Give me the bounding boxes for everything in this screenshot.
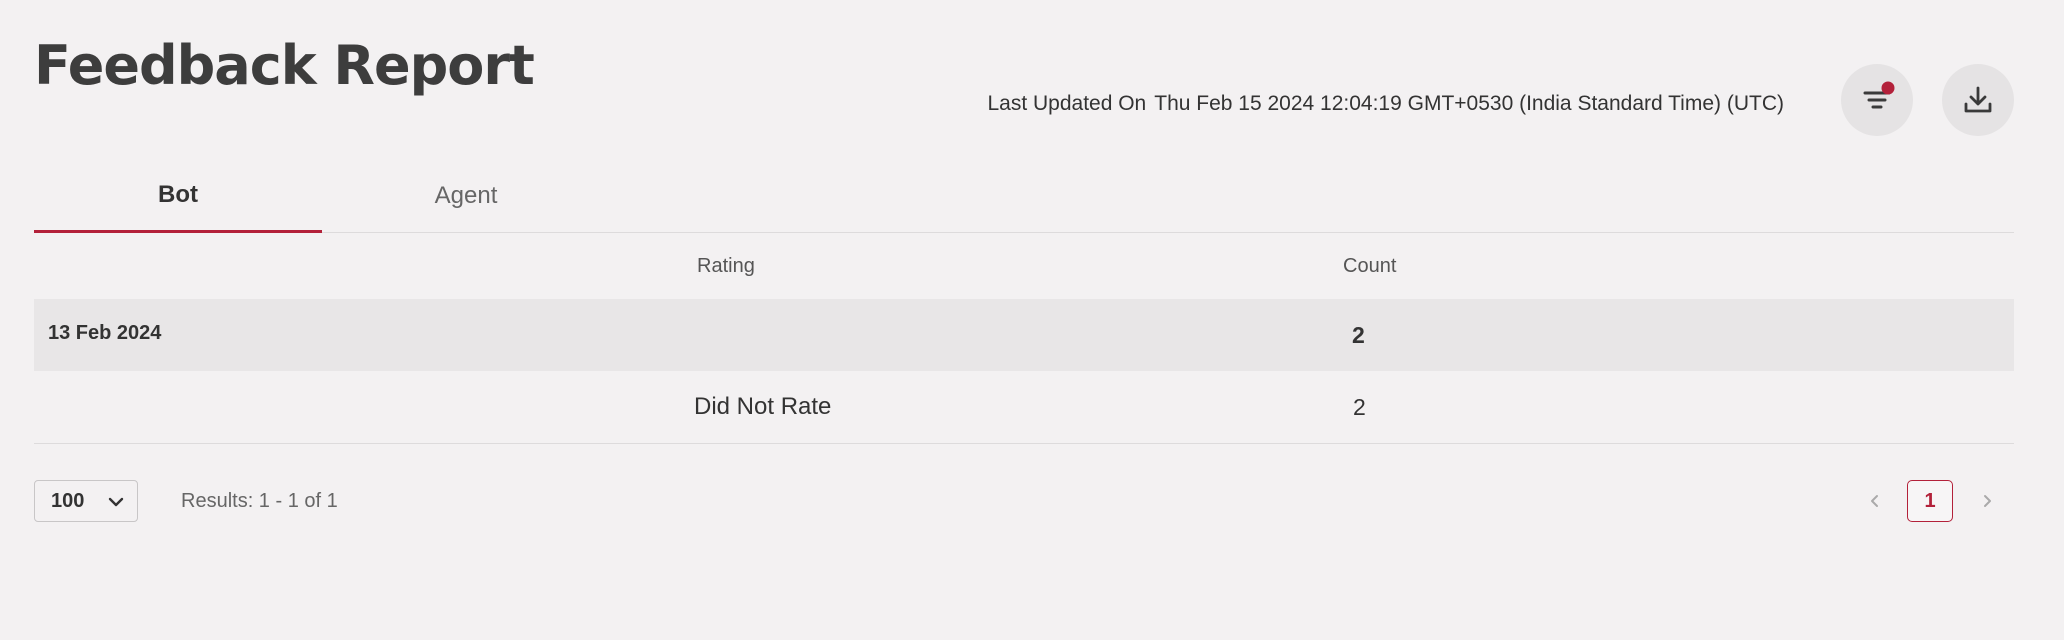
chevron-right-icon: [1984, 495, 1991, 507]
column-header-count[interactable]: Count: [1343, 233, 1396, 299]
last-updated: Last Updated On Thu Feb 15 2024 12:04:19 …: [987, 92, 1784, 116]
rating-cell: Did Not Rate: [694, 393, 832, 420]
tab-agent[interactable]: Agent: [322, 160, 610, 232]
last-updated-value: Thu Feb 15 2024 12:04:19 GMT+0530 (India…: [1154, 92, 1784, 115]
filter-button[interactable]: [1841, 64, 1913, 136]
group-date: 13 Feb 2024: [48, 322, 162, 344]
last-updated-label: Last Updated On: [987, 92, 1147, 115]
count-cell: 2: [1353, 394, 1366, 420]
table-row: Did Not Rate 2: [34, 371, 2014, 444]
feedback-report-page: Feedback Report Last Updated On Thu Feb 1…: [0, 0, 2064, 640]
download-button[interactable]: [1942, 64, 2014, 136]
page-size-value: 100: [51, 489, 85, 512]
table-header: Rating Count: [34, 233, 2014, 299]
column-header-rating[interactable]: Rating: [697, 233, 755, 299]
results-count: Results: 1 - 1 of 1: [181, 490, 338, 512]
report-tabs: Bot Agent: [34, 160, 2014, 233]
chevron-left-icon: [1871, 495, 1878, 507]
feedback-table: Rating Count 13 Feb 2024 2 Did Not Rate …: [34, 233, 2014, 444]
page-size-select[interactable]: 100: [34, 480, 138, 522]
group-row[interactable]: 13 Feb 2024 2: [34, 299, 2014, 371]
filter-icon: [1863, 81, 1895, 109]
tab-bot[interactable]: Bot: [34, 160, 322, 233]
chevron-down-icon: [108, 497, 124, 507]
download-icon: [1964, 86, 1992, 113]
group-total-count: 2: [1352, 322, 1365, 348]
page-number-button[interactable]: 1: [1907, 480, 1953, 522]
page-title: Feedback Report: [34, 34, 535, 97]
previous-page-button[interactable]: [1860, 486, 1890, 516]
next-page-button[interactable]: [1972, 486, 2002, 516]
